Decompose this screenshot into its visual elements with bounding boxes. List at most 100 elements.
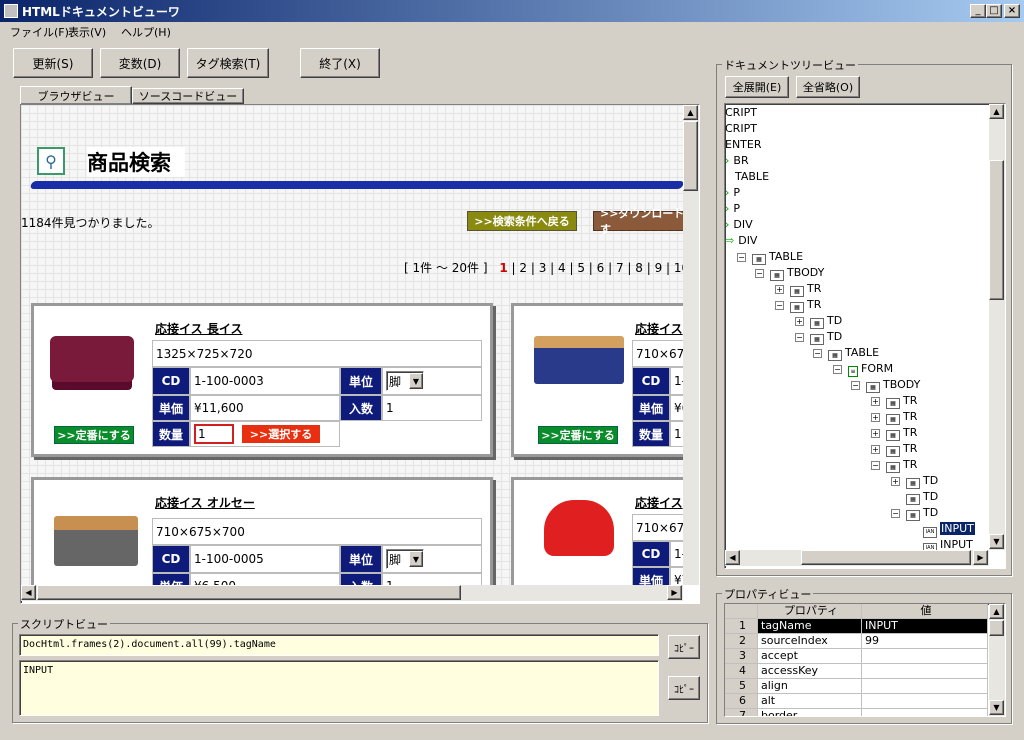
scroll-up-arrow-icon[interactable]: ▲ [989, 104, 1004, 119]
collapse-icon[interactable]: − [833, 365, 842, 374]
tree-node[interactable]: − ▦ TR [775, 298, 821, 313]
expand-icon[interactable]: + [795, 317, 804, 326]
tree-node[interactable]: − ▦ TBODY [851, 378, 920, 393]
tag-search-button[interactable]: タグ検索(T) [187, 48, 269, 78]
product-name[interactable]: 応接イス オルセー [152, 490, 482, 514]
minimize-button[interactable]: _ [970, 4, 986, 18]
property-row-selected[interactable]: 1 tagName INPUT [725, 619, 988, 634]
tree-node[interactable]: + ▦ TR [775, 282, 821, 297]
scroll-thumb[interactable] [989, 620, 1004, 636]
tree-node[interactable]: − ≡ FORM [833, 362, 893, 377]
chevron-down-icon[interactable]: ▼ [409, 551, 423, 567]
property-row[interactable]: 5 align [725, 679, 988, 694]
scroll-thumb[interactable] [801, 550, 971, 565]
expand-icon[interactable]: + [871, 429, 880, 438]
expand-all-button[interactable]: 全展開(E) [725, 76, 789, 98]
tree-node[interactable]: − ▦ TD [795, 330, 842, 345]
tree-node[interactable]: › P [725, 186, 740, 200]
page-link-4[interactable]: 4 [558, 261, 566, 275]
tree-node[interactable]: + ▦ TR [871, 410, 917, 425]
tree-node[interactable]: − ▦ TD [891, 506, 938, 521]
scroll-up-arrow-icon[interactable]: ▲ [989, 604, 1004, 619]
tree-node[interactable]: ⇨ DIV [725, 234, 757, 248]
variable-button[interactable]: 変数(D) [100, 48, 180, 78]
tree-node[interactable]: − ▦ TR [871, 458, 917, 473]
expand-icon[interactable]: + [871, 413, 880, 422]
scroll-thumb[interactable] [683, 121, 698, 191]
tree-horizontal-scrollbar[interactable]: ◀ ▶ [725, 550, 989, 566]
browser-horizontal-scrollbar[interactable]: ◀ ▶ [21, 585, 683, 601]
expand-icon[interactable]: + [871, 397, 880, 406]
menu-file[interactable]: ファイル(F) [10, 24, 69, 40]
select-product-button[interactable]: >>選択する [242, 425, 320, 443]
page-link-5[interactable]: 5 [577, 261, 585, 275]
expand-icon[interactable]: + [871, 445, 880, 454]
script-result-output[interactable]: INPUT [19, 660, 659, 716]
scroll-down-arrow-icon[interactable]: ▼ [989, 700, 1004, 715]
exit-button[interactable]: 終了(X) [300, 48, 380, 78]
collapse-all-button[interactable]: 全省略(O) [796, 76, 860, 98]
tree-node[interactable]: TABLE [725, 170, 769, 184]
unit-select[interactable]: 脚 ▼ [386, 549, 424, 569]
expand-icon[interactable]: + [891, 477, 900, 486]
tree-node[interactable]: − ▦ TBODY [755, 266, 824, 281]
page-link-10[interactable]: 10 [674, 261, 683, 275]
tree-node[interactable]: ENTER [725, 138, 762, 152]
property-row[interactable]: 2 sourceIndex 99 [725, 634, 988, 649]
tab-browser-view[interactable]: ブラウザビュー [20, 86, 132, 104]
scroll-up-arrow-icon[interactable]: ▲ [683, 105, 698, 120]
tree-node[interactable]: › BR [725, 154, 749, 168]
collapse-icon[interactable]: − [795, 333, 804, 342]
tree-node[interactable]: CRIPT [725, 122, 757, 136]
unit-select[interactable]: 脚 ▼ [386, 371, 424, 391]
copy-expression-button[interactable]: ｺﾋﾟｰ [668, 635, 700, 659]
add-favorite-button[interactable]: >>定番にする [54, 426, 134, 444]
page-link-6[interactable]: 6 [597, 261, 605, 275]
scroll-thumb[interactable] [989, 160, 1004, 300]
scroll-down-arrow-icon[interactable]: ▼ [989, 534, 1004, 549]
scroll-right-arrow-icon[interactable]: ▶ [973, 550, 988, 565]
tree-node[interactable]: + ▦ TR [871, 426, 917, 441]
menu-help[interactable]: ヘルプ(H) [121, 24, 171, 40]
tree-node[interactable]: + ▦ TD [891, 474, 938, 489]
tree-node-selected[interactable]: IAN INPUT [923, 522, 975, 538]
tree-node[interactable]: CRIPT [725, 106, 757, 120]
page-link-8[interactable]: 8 [635, 261, 643, 275]
property-vertical-scrollbar[interactable]: ▲ ▼ [989, 604, 1005, 716]
property-row[interactable]: 3 accept [725, 649, 988, 664]
scroll-right-arrow-icon[interactable]: ▶ [667, 585, 682, 600]
tree-node[interactable]: › P [725, 202, 740, 216]
tree-node[interactable]: IAN INPUT [923, 538, 973, 550]
close-button[interactable]: × [1004, 4, 1020, 18]
page-link-3[interactable]: 3 [539, 261, 547, 275]
tab-source-view[interactable]: ソースコードビュー [132, 88, 244, 104]
chevron-down-icon[interactable]: ▼ [409, 373, 423, 389]
scroll-thumb[interactable] [37, 585, 461, 600]
tree-node[interactable]: ▦ TD [906, 490, 938, 505]
collapse-icon[interactable]: − [775, 301, 784, 310]
property-value-header[interactable]: 値 [862, 604, 988, 619]
property-row[interactable]: 6 alt [725, 694, 988, 709]
product-name[interactable]: 応接イス [632, 316, 683, 340]
product-name[interactable]: 応接イス 長イス [152, 316, 482, 340]
tree-node[interactable]: + ▦ TD [795, 314, 842, 329]
tree-node[interactable]: + ▦ TR [871, 394, 917, 409]
page-link-9[interactable]: 9 [655, 261, 663, 275]
property-row[interactable]: 7 border [725, 709, 988, 716]
browser-vertical-scrollbar[interactable]: ▲ [683, 105, 699, 585]
page-link-2[interactable]: 2 [519, 261, 527, 275]
amount-input[interactable]: 1 [670, 421, 683, 447]
maximize-button[interactable]: □ [986, 4, 1002, 18]
tree-node[interactable]: › DIV [725, 218, 753, 232]
scroll-left-arrow-icon[interactable]: ◀ [725, 550, 740, 565]
collapse-icon[interactable]: − [813, 349, 822, 358]
collapse-icon[interactable]: − [755, 269, 764, 278]
page-link-7[interactable]: 7 [616, 261, 624, 275]
property-name-header[interactable]: プロパティ [758, 604, 862, 619]
page-link-1[interactable]: 1 [499, 261, 507, 275]
tree-vertical-scrollbar[interactable]: ▲ ▼ [989, 104, 1005, 550]
tree-node[interactable]: + ▦ TR [871, 442, 917, 457]
script-expression-input[interactable]: DocHtml.frames(2).document.all(99).tagNa… [19, 634, 659, 656]
tree-node[interactable]: − ▦ TABLE [737, 250, 803, 265]
copy-result-button[interactable]: ｺﾋﾟｰ [668, 676, 700, 700]
